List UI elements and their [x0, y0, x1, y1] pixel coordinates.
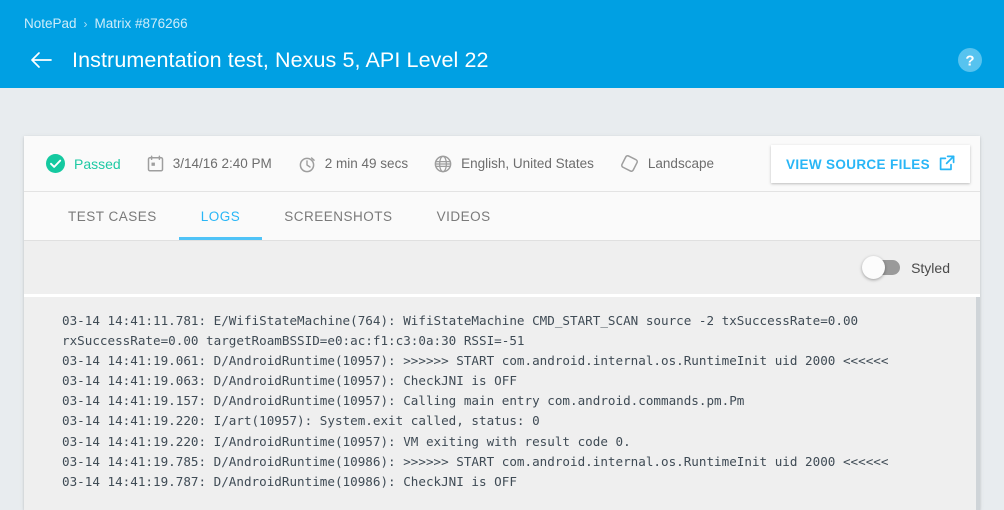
log-output-panel[interactable]: 03-14 14:41:11.781: E/WifiStateMachine(7…	[24, 297, 980, 510]
log-line: 03-14 14:41:19.061: D/AndroidRuntime(109…	[62, 351, 958, 371]
stopwatch-icon	[298, 155, 316, 173]
app-header: NotePad › Matrix #876266 Instrumentation…	[0, 0, 1004, 88]
test-orientation-label: Landscape	[648, 156, 714, 171]
breadcrumb-separator-icon: ›	[84, 14, 88, 34]
tab-videos[interactable]: VIDEOS	[415, 192, 513, 240]
status-label: Passed	[74, 156, 121, 172]
tab-logs-label: LOGS	[201, 209, 241, 224]
tab-screenshots[interactable]: SCREENSHOTS	[262, 192, 414, 240]
view-source-files-button[interactable]: VIEW SOURCE FILES	[771, 145, 970, 183]
test-duration-label: 2 min 49 secs	[325, 156, 408, 171]
help-circle-icon[interactable]: ?	[957, 47, 983, 73]
test-locale: English, United States	[434, 155, 594, 173]
globe-icon	[434, 155, 452, 173]
tab-test-cases-label: TEST CASES	[68, 209, 157, 224]
test-date: 3/14/16 2:40 PM	[147, 155, 272, 172]
test-date-label: 3/14/16 2:40 PM	[173, 156, 272, 171]
back-arrow-icon[interactable]	[26, 45, 56, 75]
log-line: 03-14 14:41:19.220: I/art(10957): System…	[62, 411, 958, 431]
styled-toggle[interactable]: Styled	[864, 260, 950, 276]
breadcrumb-root-link[interactable]: NotePad	[24, 14, 77, 34]
svg-text:?: ?	[965, 53, 974, 70]
log-line: 03-14 14:41:19.157: D/AndroidRuntime(109…	[62, 391, 958, 411]
styled-toggle-knob	[862, 256, 885, 279]
page-title: Instrumentation test, Nexus 5, API Level…	[72, 48, 489, 73]
screen-rotation-icon	[620, 154, 639, 173]
log-line: 03-14 14:41:19.785: D/AndroidRuntime(109…	[62, 452, 958, 472]
test-orientation: Landscape	[620, 154, 714, 173]
test-result-card: Passed 3/14/16 2:40 PM 2 min 49 secs	[24, 136, 980, 510]
view-source-files-label: VIEW SOURCE FILES	[786, 157, 930, 172]
tab-screenshots-label: SCREENSHOTS	[284, 209, 392, 224]
styled-toggle-label: Styled	[911, 260, 950, 276]
test-duration: 2 min 49 secs	[298, 155, 408, 173]
log-line: 03-14 14:41:11.781: E/WifiStateMachine(7…	[62, 311, 958, 331]
styled-toggle-switch[interactable]	[864, 260, 900, 275]
log-line: rxSuccessRate=0.00 targetRoamBSSID=e0:ac…	[62, 331, 958, 351]
check-circle-icon	[46, 154, 65, 173]
title-row: Instrumentation test, Nexus 5, API Level…	[24, 45, 984, 75]
log-line: 03-14 14:41:19.063: D/AndroidRuntime(109…	[62, 371, 958, 391]
tab-logs[interactable]: LOGS	[179, 192, 263, 240]
breadcrumb: NotePad › Matrix #876266	[24, 14, 984, 34]
log-line: 03-14 14:41:19.787: D/AndroidRuntime(109…	[62, 472, 958, 492]
log-toolbar: Styled	[24, 241, 980, 297]
calendar-icon	[147, 155, 164, 172]
breadcrumb-current-item[interactable]: Matrix #876266	[95, 14, 188, 34]
test-summary-row: Passed 3/14/16 2:40 PM 2 min 49 secs	[24, 136, 980, 192]
test-locale-label: English, United States	[461, 156, 594, 171]
log-line: 03-14 14:41:19.220: I/AndroidRuntime(109…	[62, 432, 958, 452]
status-badge: Passed	[46, 154, 121, 173]
tab-bar: TEST CASES LOGS SCREENSHOTS VIDEOS	[24, 192, 980, 241]
tab-videos-label: VIDEOS	[437, 209, 491, 224]
log-scrollbar[interactable]	[976, 297, 980, 510]
tab-test-cases[interactable]: TEST CASES	[46, 192, 179, 240]
external-link-icon	[939, 155, 955, 174]
